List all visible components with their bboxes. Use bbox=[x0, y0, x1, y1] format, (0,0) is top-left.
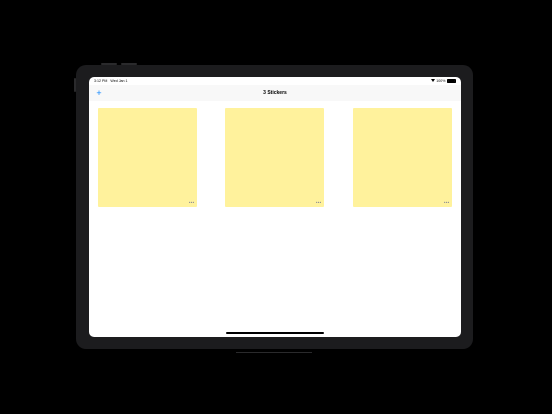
wifi-icon bbox=[430, 79, 435, 83]
status-indicators: 100% bbox=[430, 78, 456, 84]
page-title: 3 Stickers bbox=[263, 90, 287, 96]
more-options-icon[interactable]: ••• bbox=[316, 200, 322, 205]
status-time: 3:12 PM bbox=[94, 78, 108, 83]
more-options-icon[interactable]: ••• bbox=[189, 200, 195, 205]
navigation-bar: 3 Stickers + bbox=[89, 85, 461, 101]
sticker-card[interactable]: ••• bbox=[225, 108, 324, 207]
more-options-icon[interactable]: ••• bbox=[444, 200, 450, 205]
home-indicator[interactable] bbox=[226, 332, 324, 334]
app-screen: 3:12 PM Wed Jan 1 100% 3 Stickers + ••• … bbox=[89, 77, 461, 337]
stand-shadow bbox=[236, 352, 312, 353]
sticker-card[interactable]: ••• bbox=[353, 108, 452, 207]
status-date: Wed Jan 1 bbox=[110, 78, 128, 83]
battery-icon bbox=[447, 78, 456, 84]
status-bar: 3:12 PM Wed Jan 1 100% bbox=[89, 77, 461, 85]
sticker-card[interactable]: ••• bbox=[98, 108, 197, 207]
status-time-date: 3:12 PM Wed Jan 1 bbox=[94, 79, 128, 83]
battery-percentage: 100% bbox=[436, 78, 446, 83]
add-sticker-button[interactable]: + bbox=[95, 86, 103, 100]
